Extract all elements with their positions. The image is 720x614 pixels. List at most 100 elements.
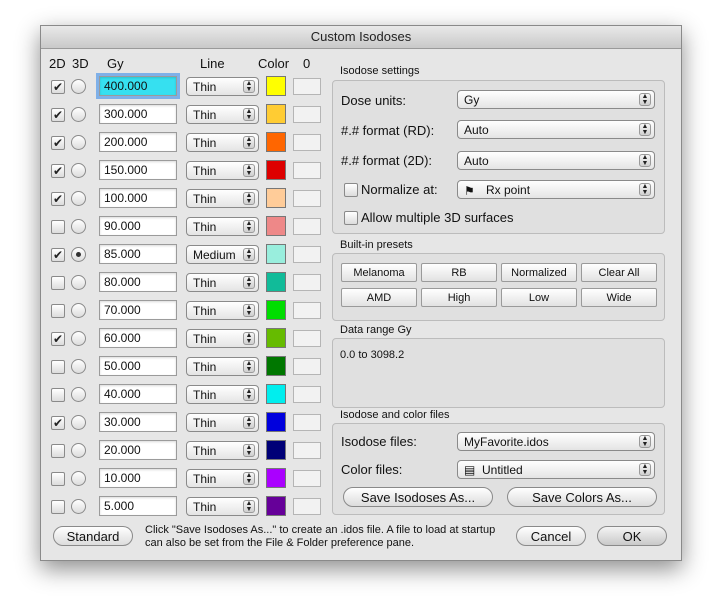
allow-multi-checkbox[interactable] xyxy=(344,211,358,225)
zero-field[interactable] xyxy=(293,218,321,235)
line-weight-popup[interactable]: Thin ▲ ▼ xyxy=(186,385,259,404)
color-swatch[interactable] xyxy=(266,440,286,460)
preset-button-wide[interactable]: Wide xyxy=(581,288,657,307)
dose-level-input[interactable]: 85.000 xyxy=(99,244,177,264)
show-2d-checkbox[interactable]: ✔ xyxy=(51,332,65,346)
color-swatch[interactable] xyxy=(266,468,286,488)
color-swatch[interactable] xyxy=(266,300,286,320)
color-swatch[interactable] xyxy=(266,104,286,124)
dose-level-input[interactable]: 200.000 xyxy=(99,132,177,152)
show-3d-radio[interactable] xyxy=(71,387,86,402)
line-weight-popup[interactable]: Thin ▲ ▼ xyxy=(186,133,259,152)
zero-field[interactable] xyxy=(293,330,321,347)
dose-level-input[interactable]: 300.000 xyxy=(99,104,177,124)
dose-level-input[interactable]: 70.000 xyxy=(99,300,177,320)
line-weight-popup[interactable]: Thin ▲ ▼ xyxy=(186,161,259,180)
save-colors-button[interactable]: Save Colors As... xyxy=(507,487,657,507)
preset-button-clear-all[interactable]: Clear All xyxy=(581,263,657,282)
zero-field[interactable] xyxy=(293,358,321,375)
color-swatch[interactable] xyxy=(266,412,286,432)
line-weight-popup[interactable]: Thin ▲ ▼ xyxy=(186,413,259,432)
zero-field[interactable] xyxy=(293,498,321,515)
show-2d-checkbox[interactable] xyxy=(51,360,65,374)
line-weight-popup[interactable]: Thin ▲ ▼ xyxy=(186,217,259,236)
format-rd-popup[interactable]: Auto ▲ ▼ xyxy=(457,120,655,139)
preset-button-melanoma[interactable]: Melanoma xyxy=(341,263,417,282)
show-3d-radio[interactable] xyxy=(71,359,86,374)
zero-field[interactable] xyxy=(293,190,321,207)
preset-button-rb[interactable]: RB xyxy=(421,263,497,282)
line-weight-popup[interactable]: Medium ▲ ▼ xyxy=(186,245,259,264)
ok-button[interactable]: OK xyxy=(597,526,667,546)
line-weight-popup[interactable]: Thin ▲ ▼ xyxy=(186,273,259,292)
show-3d-radio[interactable] xyxy=(71,79,86,94)
line-weight-popup[interactable]: Thin ▲ ▼ xyxy=(186,301,259,320)
line-weight-popup[interactable]: Thin ▲ ▼ xyxy=(186,77,259,96)
color-swatch[interactable] xyxy=(266,132,286,152)
line-weight-popup[interactable]: Thin ▲ ▼ xyxy=(186,357,259,376)
zero-field[interactable] xyxy=(293,78,321,95)
zero-field[interactable] xyxy=(293,162,321,179)
dose-level-input[interactable]: 5.000 xyxy=(99,496,177,516)
color-swatch[interactable] xyxy=(266,244,286,264)
show-3d-radio[interactable] xyxy=(71,331,86,346)
zero-field[interactable] xyxy=(293,442,321,459)
line-weight-popup[interactable]: Thin ▲ ▼ xyxy=(186,105,259,124)
color-files-popup[interactable]: ▤ Untitled ▲ ▼ xyxy=(457,460,655,479)
line-weight-popup[interactable]: Thin ▲ ▼ xyxy=(186,329,259,348)
zero-field[interactable] xyxy=(293,246,321,263)
zero-field[interactable] xyxy=(293,302,321,319)
dose-level-input[interactable]: 50.000 xyxy=(99,356,177,376)
show-3d-radio[interactable] xyxy=(71,163,86,178)
color-swatch[interactable] xyxy=(266,496,286,516)
dose-level-input[interactable]: 150.000 xyxy=(99,160,177,180)
dose-level-input[interactable]: 90.000 xyxy=(99,216,177,236)
show-3d-radio[interactable] xyxy=(71,247,86,262)
color-swatch[interactable] xyxy=(266,160,286,180)
show-3d-radio[interactable] xyxy=(71,135,86,150)
show-2d-checkbox[interactable] xyxy=(51,220,65,234)
dose-level-input[interactable]: 400.000 xyxy=(96,73,180,99)
show-2d-checkbox[interactable]: ✔ xyxy=(51,108,65,122)
dose-level-input[interactable]: 10.000 xyxy=(99,468,177,488)
normalize-popup[interactable]: ⚑ Rx point ▲ ▼ xyxy=(457,180,655,199)
show-2d-checkbox[interactable] xyxy=(51,472,65,486)
normalize-checkbox[interactable] xyxy=(344,183,358,197)
show-2d-checkbox[interactable]: ✔ xyxy=(51,248,65,262)
show-3d-radio[interactable] xyxy=(71,303,86,318)
show-3d-radio[interactable] xyxy=(71,499,86,514)
zero-field[interactable] xyxy=(293,106,321,123)
color-swatch[interactable] xyxy=(266,188,286,208)
dose-level-input[interactable]: 30.000 xyxy=(99,412,177,432)
show-3d-radio[interactable] xyxy=(71,443,86,458)
color-swatch[interactable] xyxy=(266,328,286,348)
line-weight-popup[interactable]: Thin ▲ ▼ xyxy=(186,441,259,460)
preset-button-high[interactable]: High xyxy=(421,288,497,307)
dose-level-input[interactable]: 100.000 xyxy=(99,188,177,208)
cancel-button[interactable]: Cancel xyxy=(516,526,586,546)
show-2d-checkbox[interactable] xyxy=(51,444,65,458)
show-2d-checkbox[interactable]: ✔ xyxy=(51,80,65,94)
show-2d-checkbox[interactable] xyxy=(51,388,65,402)
show-3d-radio[interactable] xyxy=(71,275,86,290)
zero-field[interactable] xyxy=(293,274,321,291)
color-swatch[interactable] xyxy=(266,76,286,96)
format-2d-popup[interactable]: Auto ▲ ▼ xyxy=(457,151,655,170)
zero-field[interactable] xyxy=(293,134,321,151)
save-isodoses-button[interactable]: Save Isodoses As... xyxy=(343,487,493,507)
show-3d-radio[interactable] xyxy=(71,415,86,430)
zero-field[interactable] xyxy=(293,414,321,431)
dose-level-input[interactable]: 40.000 xyxy=(99,384,177,404)
show-3d-radio[interactable] xyxy=(71,471,86,486)
standard-button[interactable]: Standard xyxy=(53,526,133,546)
show-2d-checkbox[interactable] xyxy=(51,276,65,290)
color-swatch[interactable] xyxy=(266,356,286,376)
dose-level-input[interactable]: 20.000 xyxy=(99,440,177,460)
dose-level-input[interactable]: 80.000 xyxy=(99,272,177,292)
show-2d-checkbox[interactable]: ✔ xyxy=(51,416,65,430)
preset-button-low[interactable]: Low xyxy=(501,288,577,307)
zero-field[interactable] xyxy=(293,386,321,403)
zero-field[interactable] xyxy=(293,470,321,487)
dose-units-popup[interactable]: Gy ▲ ▼ xyxy=(457,90,655,109)
show-2d-checkbox[interactable]: ✔ xyxy=(51,192,65,206)
